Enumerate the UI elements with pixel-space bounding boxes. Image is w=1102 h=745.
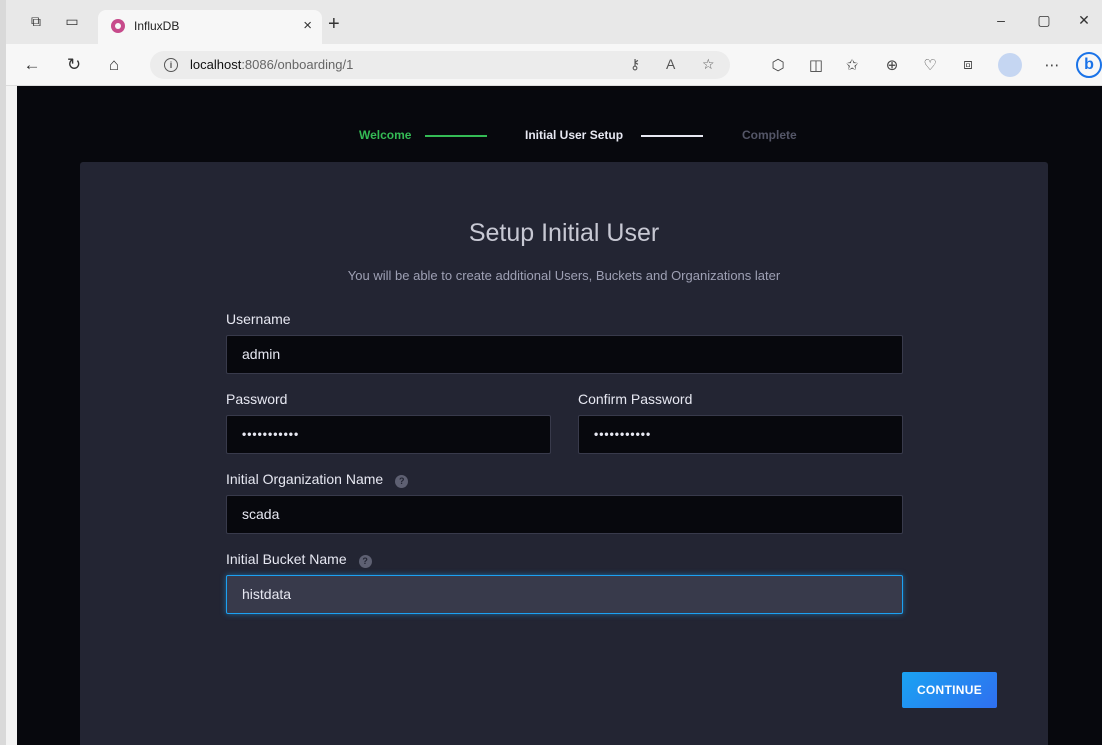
workspaces-icon[interactable]: ⧉ (28, 13, 44, 29)
username-label: Username (226, 311, 291, 327)
org-name-label-text: Initial Organization Name (226, 471, 384, 487)
maximize-button[interactable]: ▢ (1034, 12, 1054, 29)
influxdb-onboarding-page: Welcome Initial User Setup Complete Setu… (17, 86, 1102, 745)
url-text[interactable]: localhost:8086/onboarding/1 (190, 57, 353, 72)
tab-close-icon[interactable]: × (303, 17, 312, 34)
tab-actions-icon[interactable]: ▭ (64, 13, 80, 29)
step-complete: Complete (742, 128, 797, 142)
read-aloud-icon[interactable]: A (666, 56, 675, 72)
continue-button[interactable]: CONTINUE (902, 672, 997, 708)
url-path: :8086/onboarding/1 (241, 57, 354, 72)
split-screen-icon[interactable]: ◫ (806, 56, 826, 74)
org-name-label: Initial Organization Name? (226, 471, 409, 488)
step-initial-user-setup[interactable]: Initial User Setup (525, 128, 623, 142)
close-window-button[interactable]: ✕ (1074, 12, 1094, 29)
browser-essentials-icon[interactable]: ⧈ (958, 56, 978, 73)
info-icon[interactable]: i (164, 58, 178, 72)
confirm-password-label: Confirm Password (578, 391, 693, 407)
minimize-button[interactable]: – (991, 12, 1011, 28)
new-tab-button[interactable]: + (328, 14, 340, 34)
org-name-input[interactable]: scada (226, 495, 903, 534)
navigation-bar: ← ↻ ⌂ i localhost:8086/onboarding/1 ⚷ A … (6, 44, 1102, 86)
setup-panel: Setup Initial User You will be able to c… (80, 162, 1048, 745)
tab-bar: ⧉ ▭ InfluxDB × + – ▢ ✕ (6, 0, 1102, 44)
home-icon[interactable]: ⌂ (104, 55, 124, 75)
confirm-password-input[interactable]: ••••••••••• (578, 415, 903, 454)
step-welcome[interactable]: Welcome (359, 128, 411, 142)
username-input[interactable]: admin (226, 335, 903, 374)
bucket-name-label-text: Initial Bucket Name (226, 551, 347, 567)
password-key-icon[interactable]: ⚷ (630, 56, 640, 73)
onboarding-stepper: Welcome Initial User Setup Complete (17, 128, 1102, 148)
refresh-icon[interactable]: ↻ (64, 55, 84, 75)
influxdb-favicon-icon (111, 19, 125, 33)
password-input[interactable]: ••••••••••• (226, 415, 551, 454)
org-help-question-icon[interactable]: ? (395, 475, 409, 488)
star-icon[interactable]: ☆ (702, 56, 715, 73)
url-host: localhost (190, 57, 242, 72)
step-connector-done (425, 135, 487, 137)
browser-window: ⧉ ▭ InfluxDB × + – ▢ ✕ ← ↻ ⌂ i localhost… (0, 0, 1102, 745)
collections-icon[interactable]: ⊕ (882, 56, 902, 74)
more-menu-icon[interactable]: ⋯ (1042, 56, 1062, 74)
performance-icon[interactable]: ♡ (920, 56, 940, 74)
page-title: Setup Initial User (468, 219, 660, 247)
tab-influxdb[interactable]: InfluxDB × (98, 10, 322, 44)
back-arrow-icon[interactable]: ← (22, 55, 42, 75)
address-bar[interactable]: i localhost:8086/onboarding/1 ⚷ A ☆ (150, 51, 730, 79)
step-connector-active (641, 135, 703, 137)
bucket-help-question-icon[interactable]: ? (358, 555, 372, 568)
tab-title: InfluxDB (134, 19, 180, 33)
password-label: Password (226, 391, 288, 407)
favorites-icon[interactable]: ✩ (842, 56, 862, 74)
bucket-name-label: Initial Bucket Name? (226, 551, 372, 568)
profile-avatar[interactable] (998, 53, 1022, 77)
page-subtitle: You will be able to create additional Us… (347, 268, 781, 283)
extensions-icon[interactable]: ⬡ (768, 56, 788, 74)
bucket-name-input[interactable]: histdata (226, 575, 903, 614)
bing-copilot-icon[interactable]: b (1076, 52, 1102, 78)
